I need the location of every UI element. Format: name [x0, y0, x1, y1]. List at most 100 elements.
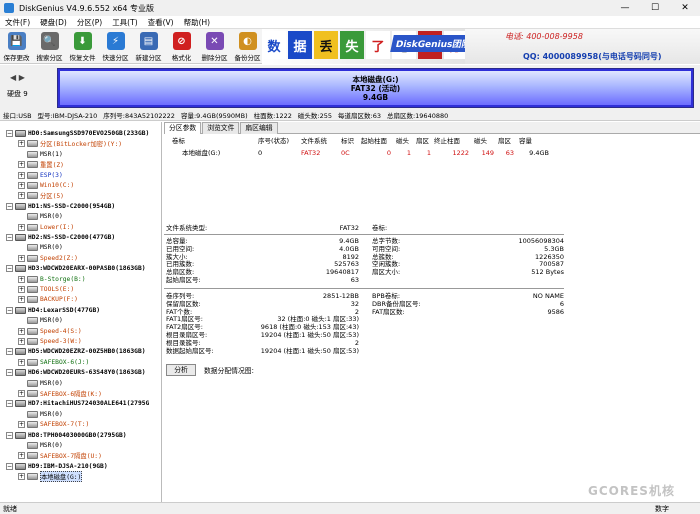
tree-disk-node[interactable]: − HD1:NS-SSD-C2000(954GB)	[6, 201, 115, 212]
tree-partition-node[interactable]: MSR(0)	[18, 378, 63, 389]
tree-expander[interactable]: −	[6, 369, 13, 377]
tree-partition-node[interactable]: + Speed2(Z:)	[18, 253, 78, 264]
table-header-cell[interactable]: 标识	[341, 135, 359, 147]
tree-partition-node[interactable]: + Speed-4(S:)	[18, 326, 82, 337]
tree-partition-node[interactable]: + Speed-3(W:)	[18, 336, 82, 347]
table-header-cell[interactable]: 扇区	[498, 135, 514, 147]
toolbar-button-new-partition[interactable]: ▤ 新建分区	[132, 29, 165, 64]
toolbar-button-save[interactable]: 💾 保存更改	[0, 29, 33, 64]
tree-partition-node[interactable]: + 重置(Z)	[18, 159, 64, 170]
toolbar-button-delete-partition[interactable]: ✕ 删除分区	[198, 29, 231, 64]
tree-expander[interactable]: +	[18, 296, 25, 304]
tree-partition-node[interactable]: + 本地磁盘(G:)	[18, 471, 83, 483]
table-header-cell[interactable]: 起始柱面	[361, 135, 391, 147]
tree-disk-node[interactable]: − HD9:IBM-DJSA-210(9GB)	[6, 461, 108, 472]
tree-disk-node[interactable]: − HD2:NS-SSD-C2000(477GB)	[6, 232, 115, 243]
tree-partition-node[interactable]: MSR(1)	[18, 149, 63, 160]
tree-expander[interactable]: +	[18, 192, 25, 200]
toolbar-button-quick-partition[interactable]: ⚡ 快速分区	[99, 29, 132, 64]
menu-item-5[interactable]: 帮助(H)	[179, 17, 216, 28]
ad-contact-panel[interactable]: 电话: 400-008-9958 QQ: 4000089958(与电话号码同号)	[465, 29, 700, 64]
toolbar-button-backup[interactable]: ◐ 备份分区	[231, 29, 264, 64]
menu-item-3[interactable]: 工具(T)	[107, 17, 142, 28]
disk-tree[interactable]: − HD0:SamsungSSD970EVO250GB(233GB) + 分区(Bit…	[0, 122, 162, 502]
tree-expander[interactable]: +	[18, 254, 25, 262]
tree-expander[interactable]: +	[18, 286, 25, 293]
tree-expander[interactable]: −	[6, 202, 13, 210]
tree-expander[interactable]: +	[18, 338, 25, 345]
tree-partition-node[interactable]: + Lower(I:)	[18, 222, 74, 233]
tree-partition-node[interactable]: + B-Storge(B:)	[18, 274, 86, 285]
tree-partition-node[interactable]: + SAFEBOX-6(J:)	[18, 357, 89, 368]
tree-expander[interactable]: +	[18, 161, 25, 169]
partition-bar[interactable]: 本地磁盘(G:) FAT32 (活动) 9.4GB	[57, 68, 694, 108]
close-button[interactable]: ✕	[670, 0, 700, 16]
tree-disk-node[interactable]: − HD4:LexarSSD(477GB)	[6, 305, 100, 316]
table-header-cell[interactable]: 容量	[519, 135, 549, 147]
tree-expander[interactable]: +	[18, 327, 25, 335]
tree-partition-node[interactable]: + ESP(3)	[18, 170, 63, 181]
tree-expander[interactable]: +	[18, 223, 25, 231]
tree-expander[interactable]: −	[6, 306, 13, 314]
toolbar-button-format[interactable]: ⊘ 格式化	[165, 29, 198, 64]
table-header-cell[interactable]: 文件系统	[301, 135, 339, 147]
tree-expander[interactable]: +	[18, 473, 25, 481]
disk-nav-arrows[interactable]: ◀ ▶	[10, 73, 25, 82]
tree-expander[interactable]: +	[18, 452, 25, 460]
tree-partition-node[interactable]: MSR(0)	[18, 409, 63, 420]
tree-partition-node[interactable]: MSR(0)	[18, 211, 63, 222]
tree-disk-node[interactable]: − HD0:SamsungSSD970EVO250GB(233GB)	[6, 128, 149, 139]
toolbar-button-restore[interactable]: ⬇ 恢复文件	[66, 29, 99, 64]
tree-expander[interactable]: +	[18, 358, 25, 366]
tab-bar: 分区参数 浏览文件 扇区编辑	[164, 122, 700, 134]
tree-partition-node[interactable]: + Win10(C:)	[18, 180, 74, 191]
analyze-button[interactable]: 分析	[166, 364, 196, 376]
tree-partition-node[interactable]: MSR(0)	[18, 315, 63, 326]
tree-expander[interactable]: −	[6, 130, 13, 137]
tree-partition-node[interactable]: + BACKUP(F:)	[18, 294, 78, 305]
tree-disk-node[interactable]: − HD3:WDCWD20EARX-00PASB0(1863GB)	[6, 263, 146, 274]
tree-partition-node[interactable]: MSR(0)	[18, 440, 63, 451]
tree-expander[interactable]: −	[6, 431, 13, 439]
table-header-cell[interactable]: 终止柱面	[434, 135, 469, 147]
menu-item-0[interactable]: 文件(F)	[0, 17, 35, 28]
tree-partition-node[interactable]: + SAFEBOX-6隔盘(K:)	[18, 388, 102, 399]
tree-expander[interactable]: +	[18, 171, 25, 179]
tree-expander[interactable]: −	[6, 462, 13, 470]
tree-expander[interactable]: −	[6, 265, 13, 273]
tree-partition-node[interactable]: + SAFEBOX-7(T:)	[18, 419, 89, 430]
table-header-cell[interactable]: 序号(状态)	[258, 135, 298, 147]
tree-partition-node[interactable]: + 分区(5)	[18, 190, 64, 201]
tree-disk-node[interactable]: − HD7:HitachiHUS724030ALE641(2795G	[6, 398, 149, 409]
table-header-cell[interactable]: 磁头	[474, 135, 494, 147]
tree-disk-node[interactable]: − HD6:WDCWD20EURS-63S48Y0(1863GB)	[6, 367, 146, 378]
table-row[interactable]: 本地磁盘(G:) 0 FAT32 0C 0 1 1 1222 149 63 9.4GB	[164, 147, 700, 159]
tree-partition-node[interactable]: + SAFEBOX-7隔盘(U:)	[18, 450, 102, 461]
tree-partition-node[interactable]: + 分区(BitLocker加密)(Y:)	[18, 138, 122, 149]
tree-expander[interactable]: −	[6, 400, 13, 408]
table-header-cell[interactable]: 扇区	[416, 135, 431, 147]
tree-partition-node[interactable]: + TOOLS(E:)	[18, 284, 74, 295]
tree-disk-node[interactable]: − HD8:TPH00403000GB0(2795GB)	[6, 430, 127, 441]
tree-expander[interactable]: −	[6, 348, 13, 356]
tab-1[interactable]: 浏览文件	[202, 122, 240, 134]
maximize-button[interactable]: ☐	[640, 0, 670, 16]
menu-item-2[interactable]: 分区(P)	[72, 17, 107, 28]
tab-2[interactable]: 扇区编辑	[240, 122, 278, 134]
tree-expander[interactable]: +	[18, 275, 25, 283]
menu-item-1[interactable]: 硬盘(D)	[35, 17, 72, 28]
tab-0[interactable]: 分区参数	[164, 122, 202, 134]
table-header-cell[interactable]: 磁头	[396, 135, 411, 147]
menu-item-4[interactable]: 查看(V)	[143, 17, 179, 28]
tree-disk-node[interactable]: − HD5:WDCWD20EZRZ-00Z5HB0(1863GB)	[6, 346, 146, 357]
tree-expander[interactable]: +	[18, 421, 25, 429]
partition-block-g[interactable]: 本地磁盘(G:) FAT32 (活动) 9.4GB	[60, 71, 691, 105]
tree-expander[interactable]: +	[18, 140, 25, 148]
tree-expander[interactable]: +	[18, 390, 25, 397]
minimize-button[interactable]: —	[610, 0, 640, 16]
tree-partition-node[interactable]: MSR(0)	[18, 242, 63, 253]
tree-expander[interactable]: +	[18, 182, 25, 189]
tree-expander[interactable]: −	[6, 234, 13, 241]
toolbar-button-search[interactable]: 🔍 搜索分区	[33, 29, 66, 64]
table-header-cell[interactable]: 卷标	[172, 135, 252, 147]
